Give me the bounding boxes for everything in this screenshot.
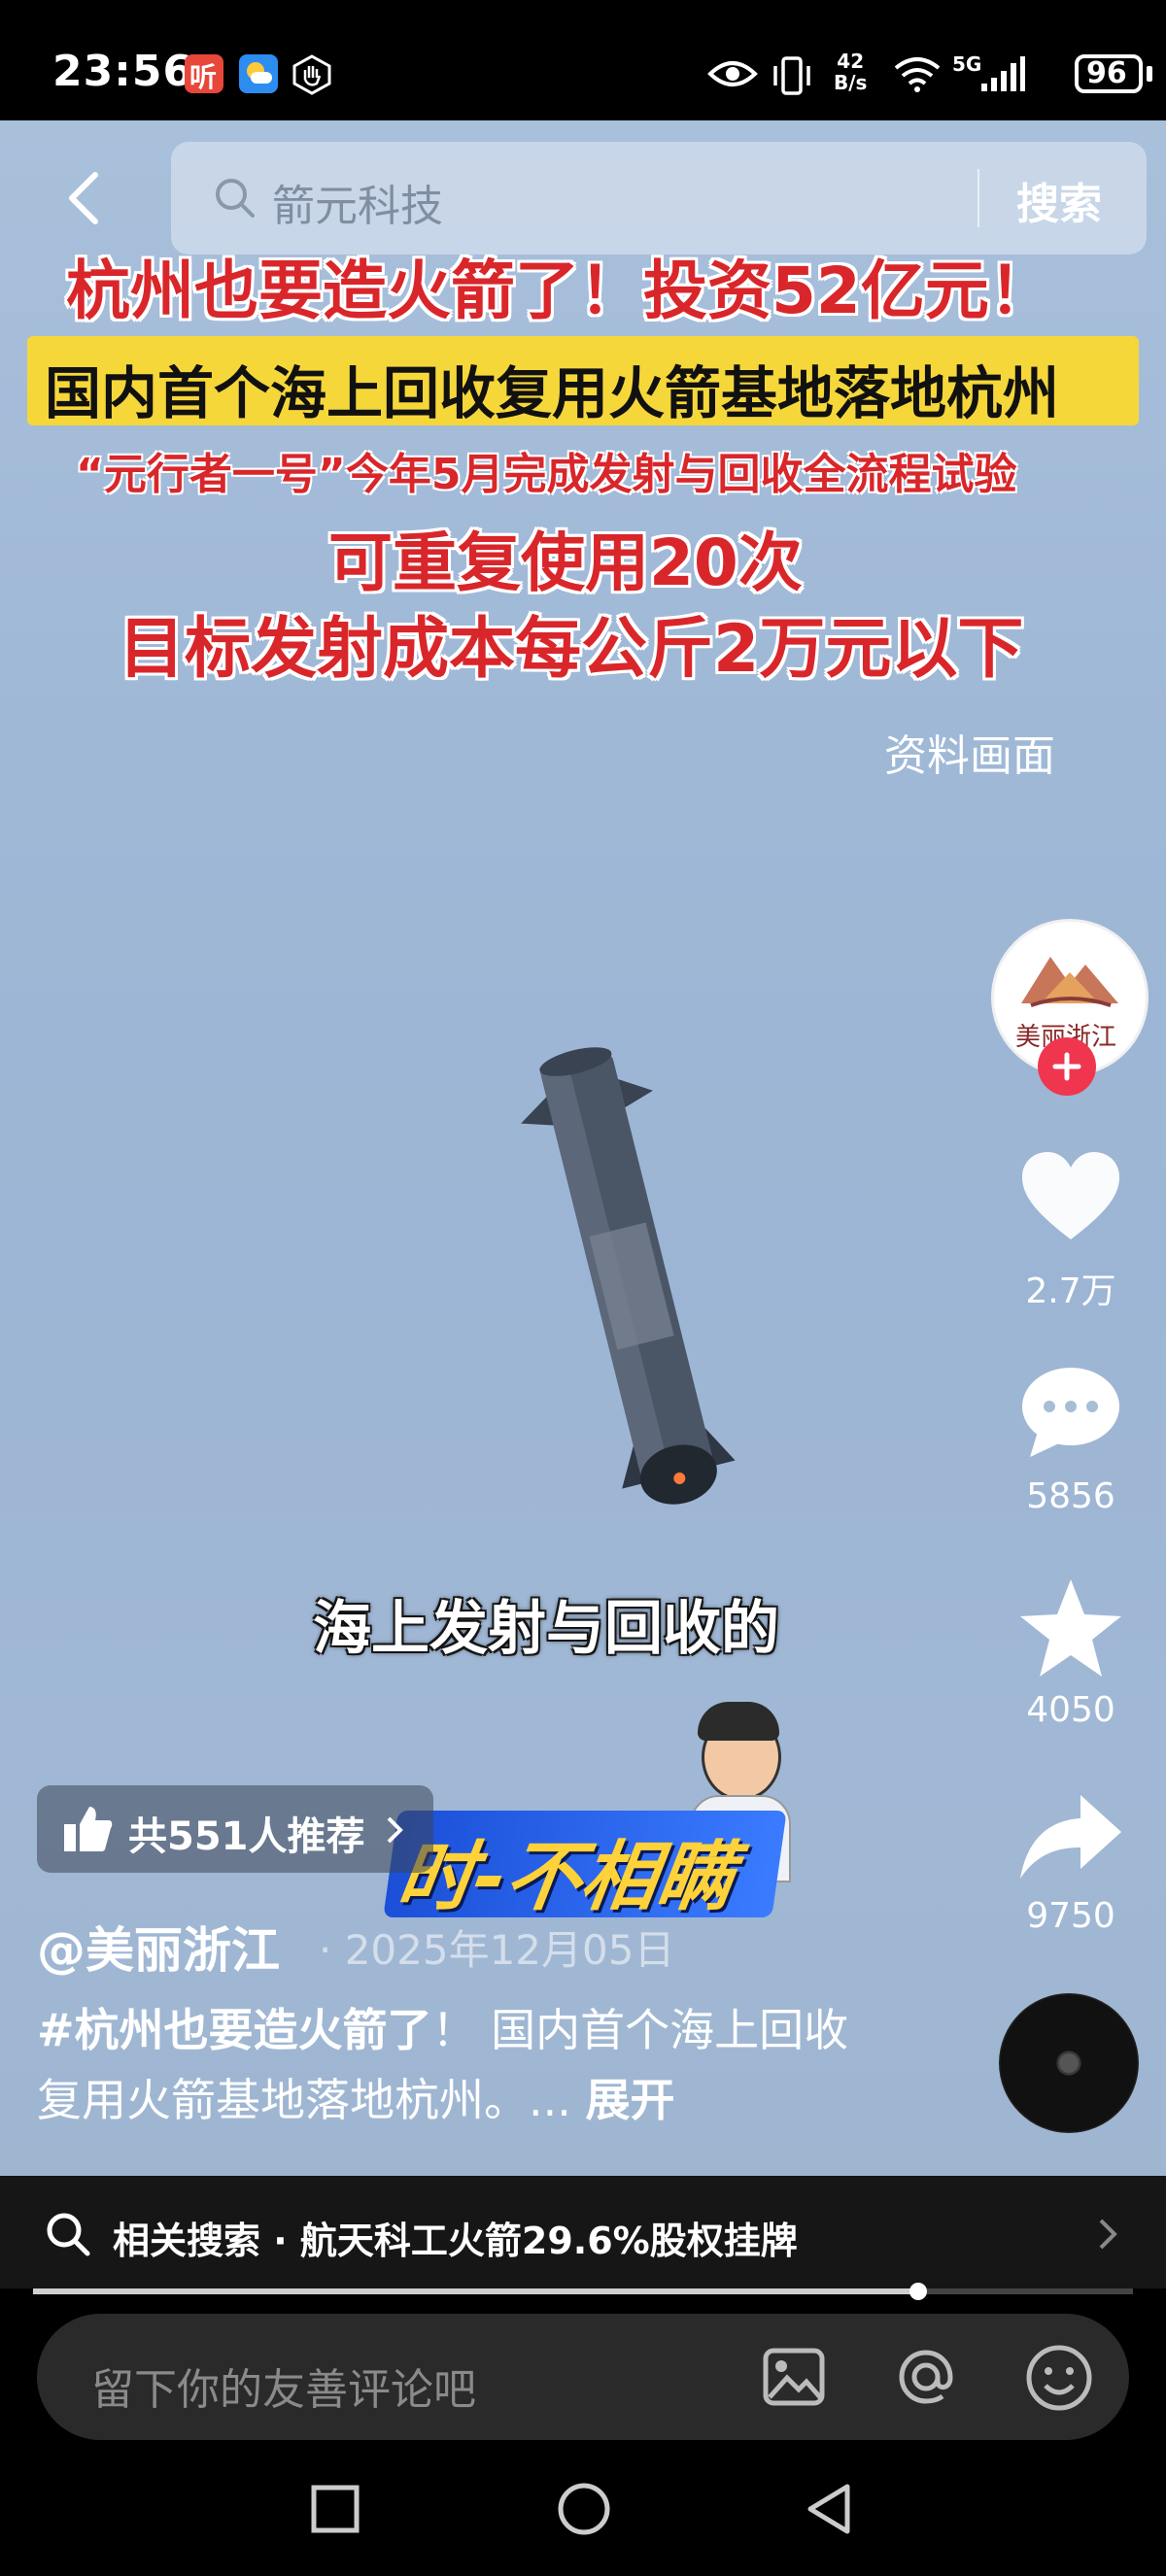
post-caption: #杭州也要造火箭了！ 国内首个海上回收复用火箭基地落地杭州。... 展开 [37, 1995, 892, 2135]
star-icon [1020, 1579, 1121, 1677]
search-icon [47, 2213, 90, 2256]
headline-3: “元行者一号”今年5月完成发射与回收全流程试验 [76, 450, 1017, 499]
share-button[interactable] [1016, 1791, 1125, 1884]
at-mention-icon[interactable] [892, 2343, 960, 2411]
avatar-mountain-icon [1021, 957, 1118, 1007]
like-count: 2.7万 [1025, 1271, 1116, 1311]
headline-5: 目标发射成本每公斤2万元以下 [119, 611, 1024, 688]
comment-input-bar[interactable]: 留下你的友善评论吧 [37, 2314, 1129, 2440]
recommend-text: 共551人推荐 [128, 1814, 365, 1859]
comment-button[interactable] [1018, 1364, 1123, 1461]
thumbs-up-icon [64, 1807, 113, 1851]
footage-label: 资料画面 [884, 731, 1055, 781]
search-button[interactable]: 搜索 [1016, 169, 1102, 231]
plus-icon [1052, 1052, 1081, 1081]
like-button[interactable] [1018, 1150, 1123, 1247]
status-time: 23:56 [52, 47, 194, 96]
wifi-icon [892, 54, 943, 93]
search-icon [216, 179, 255, 218]
weather-icon [239, 54, 278, 93]
progress-knob[interactable] [909, 2283, 928, 2300]
headline-4: 可重复使用20次 [328, 525, 803, 600]
share-arrow-icon [1020, 1795, 1121, 1879]
music-disc[interactable] [999, 1993, 1139, 2133]
emoji-icon[interactable] [1024, 2343, 1094, 2413]
favorite-count: 4050 [1026, 1690, 1115, 1730]
back-nav-button[interactable] [803, 2481, 857, 2537]
heart-icon [1022, 1152, 1119, 1239]
net-speed: 42 B/s [834, 50, 868, 94]
comment-bubble-icon [1022, 1368, 1119, 1457]
status-bar: 23:56 听 42 B/s 5G 96 [0, 0, 1166, 120]
comment-count: 5856 [1026, 1476, 1115, 1516]
battery-icon: 96 [1075, 54, 1143, 93]
caption-hashtag[interactable]: #杭州也要造火箭了 [37, 2004, 432, 2056]
signal-icon [979, 54, 1026, 93]
headline-1: 杭州也要造火箭了！投资52亿元！ [66, 254, 1053, 328]
battery-tip [1147, 66, 1152, 82]
favorite-button[interactable] [1016, 1577, 1125, 1680]
home-button[interactable] [556, 2481, 612, 2537]
banner-text: 国内首个海上回收复用火箭基地落地杭州 [45, 360, 1060, 426]
channel-logo: 时-不相瞒 [383, 1811, 787, 1921]
recommend-chip[interactable]: 共551人推荐 [37, 1785, 433, 1873]
back-button[interactable] [58, 169, 117, 227]
search-input[interactable]: 箭元科技 [272, 171, 443, 233]
rocket-image [521, 1047, 736, 1505]
image-icon[interactable] [762, 2345, 826, 2409]
chevron-right-icon [1099, 2219, 1117, 2250]
progress-fill [33, 2288, 919, 2294]
post-date: · 2025年12月05日 [319, 1926, 675, 1974]
eye-icon [707, 54, 758, 93]
video-subtitle: 海上发射与回收的 [313, 1595, 779, 1663]
network-type: 5G [952, 52, 982, 76]
expand-button[interactable]: 展开 [586, 2074, 675, 2126]
author-name[interactable]: @美丽浙江 [37, 1912, 280, 1982]
headline-banner: 国内首个海上回收复用火箭基地落地杭州 [27, 336, 1139, 426]
related-search-bar[interactable]: 相关搜索 · 航天科工火箭29.6%股权挂牌 [0, 2176, 1166, 2288]
recent-apps-button[interactable] [309, 2483, 361, 2535]
disc-center-icon [1059, 2053, 1079, 2073]
follow-button[interactable] [1038, 1037, 1096, 1096]
channel-logo-text: 时-不相瞒 [392, 1834, 739, 1921]
gesture-hand-icon [292, 54, 332, 95]
video-player[interactable]: 箭元科技 搜索 杭州也要造火箭了！投资52亿元！ 国内首个海上回收复用火箭基地落… [0, 120, 1166, 2176]
chevron-right-icon [387, 1816, 403, 1844]
search-divider [977, 169, 979, 227]
vibrate-icon [770, 54, 814, 97]
share-count: 9750 [1026, 1896, 1115, 1936]
comment-input[interactable]: 留下你的友善评论吧 [91, 2355, 476, 2417]
related-search-text: 相关搜索 · 航天科工火箭29.6%股权挂牌 [113, 2220, 798, 2262]
video-progress-bar[interactable] [33, 2283, 1133, 2300]
search-bar[interactable]: 箭元科技 搜索 [171, 142, 1147, 254]
back-arrow-icon [69, 172, 98, 224]
system-nav-bar [0, 2440, 1166, 2576]
listen-app-icon: 听 [185, 54, 223, 93]
